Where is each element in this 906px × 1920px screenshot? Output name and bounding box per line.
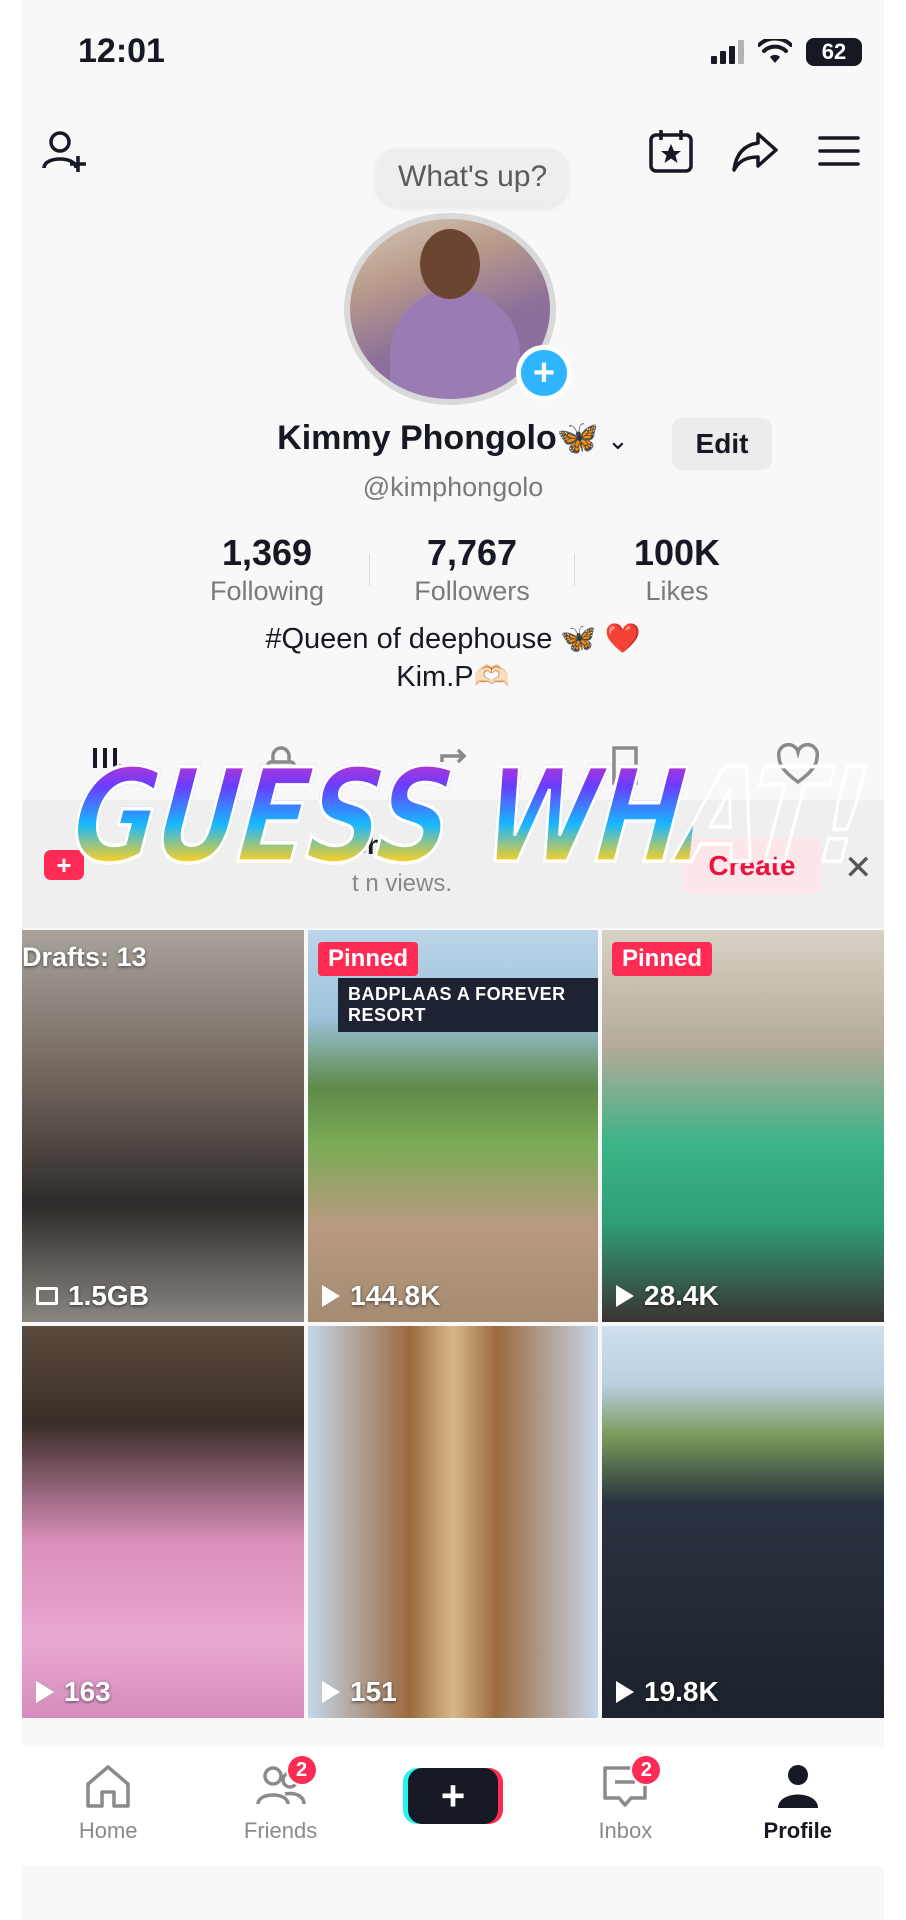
tab-liked-heart-icon[interactable] (775, 742, 821, 788)
video-tile[interactable]: Drafts: 13 1.5GB (22, 930, 304, 1322)
play-icon (322, 1285, 340, 1307)
stat-followers[interactable]: 7,767 Followers (377, 532, 567, 607)
profile-icon (772, 1760, 824, 1812)
stat-following[interactable]: 1,369 Following (172, 532, 362, 607)
play-icon (616, 1285, 634, 1307)
video-tile[interactable]: 163 (22, 1326, 304, 1718)
profile-tabs (22, 730, 884, 800)
create-button[interactable]: Create (682, 838, 822, 894)
tab-videos-grid-icon[interactable] (85, 742, 131, 788)
view-count: 28.4K (616, 1280, 719, 1312)
view-count: 144.8K (322, 1280, 440, 1312)
wifi-icon (758, 39, 792, 63)
view-value: 151 (350, 1676, 397, 1707)
profile-stats: 1,369 Following 7,767 Followers 100K Lik… (172, 532, 772, 607)
pinned-badge: Pinned (612, 942, 713, 976)
share-icon[interactable] (730, 126, 780, 176)
cellular-signal-icon (711, 40, 744, 64)
tab-saved-icon[interactable] (602, 742, 648, 788)
stat-value: 1,369 (221, 532, 313, 573)
stat-label: Following (209, 576, 325, 606)
friends-badge: 2 (285, 1754, 318, 1786)
view-count: 163 (36, 1676, 111, 1708)
add-friend-icon[interactable] (40, 126, 90, 176)
battery-icon: 62 (806, 38, 862, 66)
video-tile[interactable]: 19.8K (602, 1326, 884, 1718)
stat-label: Likes (645, 576, 709, 606)
nav-create[interactable]: + (388, 1760, 518, 1830)
status-time: 12:01 (78, 32, 165, 70)
view-value: 28.4K (644, 1280, 719, 1311)
size-value: 1.5GB (68, 1280, 149, 1311)
video-tile[interactable]: Pinned 28.4K (602, 930, 884, 1322)
bio-line: #Queen of deephouse 🦋 ❤️ (265, 623, 641, 655)
divider (574, 554, 575, 586)
edit-profile-button[interactable]: Edit (672, 418, 772, 470)
note-bubble[interactable]: What's up? (376, 148, 570, 206)
pinned-badge: Pinned (318, 942, 419, 976)
profile-name: Kimmy Phongolo🦋 (277, 419, 600, 457)
draft-size: 1.5GB (36, 1280, 149, 1312)
video-tile[interactable]: Pinned BADPLAAS A FOREVER RESORT 144.8K (308, 930, 598, 1322)
stat-value: 100K (633, 532, 721, 573)
profile-handle: @kimphongolo (362, 472, 544, 502)
chevron-down-icon: ⌄ (607, 425, 629, 455)
profile-screen: 12:01 62 + What's up? Kimmy Phongolo🦋⌄ (22, 0, 884, 1920)
status-icons: 62 (711, 38, 862, 66)
calendar-star-icon[interactable] (646, 126, 696, 176)
view-value: 19.8K (644, 1676, 719, 1707)
tab-private-lock-icon[interactable] (258, 742, 304, 788)
video-tile[interactable]: 151 (308, 1326, 598, 1718)
nav-friends[interactable]: 2 Friends (216, 1754, 346, 1844)
close-icon[interactable]: ✕ (844, 848, 873, 888)
profile-bio: #Queen of deephouse 🦋 ❤️ Kim.P🫶🏻 (22, 620, 884, 696)
play-icon (36, 1681, 54, 1703)
add-story-plus-icon[interactable]: + (516, 345, 572, 401)
nav-home[interactable]: Home (43, 1760, 173, 1844)
tab-reposts-icon[interactable] (430, 742, 476, 788)
video-caption: BADPLAAS A FOREVER RESORT (338, 978, 598, 1032)
view-count: 19.8K (616, 1676, 719, 1708)
drafts-label: Drafts: 13 (22, 942, 147, 972)
play-icon (322, 1681, 340, 1703)
divider (369, 554, 370, 586)
create-plus-icon: + (407, 1768, 498, 1824)
nav-label: Profile (763, 1818, 832, 1843)
video-grid: Drafts: 13 1.5GB Pinned BADPLAAS A FOREV… (22, 930, 884, 1718)
view-value: 163 (64, 1676, 111, 1707)
avatar[interactable]: + (332, 205, 572, 405)
banner-subtitle: t n views. (352, 870, 453, 897)
bottom-nav: Home 2 Friends + 2 Inbox Profile (22, 1746, 884, 1866)
bio-line: Kim.P🫶🏻 (396, 661, 510, 693)
nav-label: Home (78, 1818, 138, 1843)
stat-label: Followers (414, 576, 530, 606)
nav-profile[interactable]: Profile (733, 1760, 863, 1844)
stat-likes[interactable]: 100K Likes (582, 532, 772, 607)
stat-value: 7,767 (426, 532, 518, 573)
nav-label: Inbox (598, 1818, 653, 1843)
play-icon (616, 1681, 634, 1703)
plus-icon: + (44, 850, 84, 880)
home-icon (82, 1760, 134, 1812)
view-value: 144.8K (350, 1280, 441, 1311)
view-count: 151 (322, 1676, 397, 1708)
banner-title: ch (352, 830, 384, 860)
nav-inbox[interactable]: 2 Inbox (560, 1754, 690, 1844)
folder-icon (36, 1287, 58, 1305)
nav-label: Friends (243, 1818, 318, 1843)
inbox-badge: 2 (630, 1754, 663, 1786)
menu-icon[interactable] (814, 126, 864, 176)
